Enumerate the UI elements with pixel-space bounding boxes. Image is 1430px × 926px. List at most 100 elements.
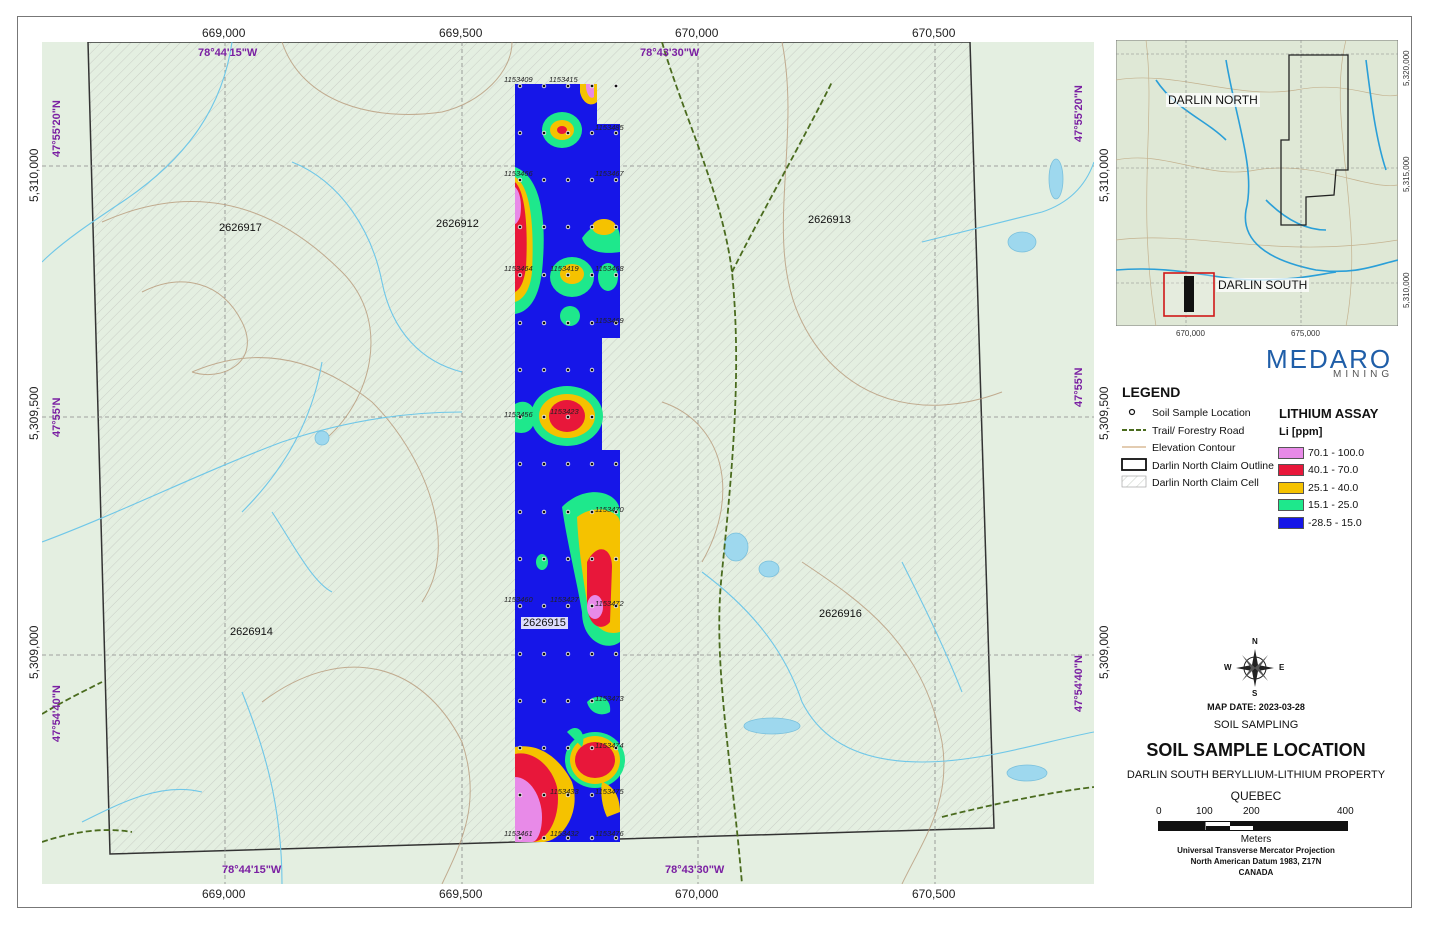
soil-sample-point[interactable] [517, 130, 523, 136]
soil-sample-point[interactable] [541, 745, 547, 751]
soil-sample-point[interactable] [517, 556, 523, 562]
soil-sample-point[interactable] [541, 792, 547, 798]
soil-sample-point[interactable] [565, 272, 571, 278]
latitude-label-right: 47°55'N [1073, 367, 1085, 407]
inset-y-tick: 5,310,000 [1402, 272, 1411, 308]
legend-symbols [1121, 408, 1147, 488]
inset-label-darlin-south: DARLIN SOUTH [1216, 278, 1310, 292]
soil-sample-point[interactable] [517, 745, 523, 751]
soil-sample-symbol [1128, 408, 1136, 416]
soil-sample-point[interactable] [517, 320, 523, 326]
soil-sample-point[interactable] [613, 461, 619, 467]
soil-sample-point[interactable] [517, 509, 523, 515]
lithium-surface [515, 84, 625, 842]
soil-sample-point[interactable] [517, 698, 523, 704]
soil-sample-point[interactable] [541, 272, 547, 278]
soil-sample-point[interactable] [565, 509, 571, 515]
legend-title: LEGEND [1122, 384, 1181, 400]
sample-id-label: 1153432 [550, 829, 579, 838]
easting-tick-bottom: 670,000 [675, 887, 719, 901]
soil-sample-point[interactable] [517, 177, 523, 183]
soil-sample-point[interactable] [589, 651, 595, 657]
soil-sample-point[interactable] [589, 698, 595, 704]
datum-line: North American Datum 1983, Z17N [1190, 857, 1322, 866]
sample-id-label: 1153485 [595, 123, 624, 132]
soil-sample-point[interactable] [517, 224, 523, 230]
longitude-label-bottom: 78°44'15"W [222, 864, 282, 876]
soil-sample-point[interactable] [589, 177, 595, 183]
soil-sample-point[interactable] [541, 698, 547, 704]
soil-sample-point[interactable] [565, 320, 571, 326]
claim-cell-symbol [1121, 475, 1147, 488]
soil-sample-point[interactable] [541, 556, 547, 562]
soil-sample-point[interactable] [589, 792, 595, 798]
soil-sample-point[interactable] [517, 272, 523, 278]
soil-sample-point[interactable] [541, 509, 547, 515]
soil-sample-point[interactable] [517, 603, 523, 609]
main-map[interactable]: 1153409 1153415 1153485 1153466 1153467 11534… [42, 42, 1094, 884]
soil-sample-point[interactable] [541, 320, 547, 326]
assay-class: 40.1 - 70.0 [1278, 462, 1364, 480]
soil-sample-point[interactable] [613, 83, 619, 89]
scale-unit: Meters [1240, 834, 1272, 845]
soil-sample-point[interactable] [565, 698, 571, 704]
soil-sample-point[interactable] [589, 83, 595, 89]
soil-sample-point[interactable] [517, 83, 523, 89]
soil-sample-point[interactable] [565, 177, 571, 183]
map-title: SOIL SAMPLE LOCATION [1146, 740, 1366, 760]
soil-sample-point[interactable] [541, 835, 547, 841]
sample-id-label: 1153423 [550, 407, 579, 416]
soil-sample-point[interactable] [589, 320, 595, 326]
soil-sample-point[interactable] [589, 835, 595, 841]
soil-sample-point[interactable] [541, 414, 547, 420]
soil-sample-point[interactable] [589, 272, 595, 278]
soil-sample-point[interactable] [565, 603, 571, 609]
soil-sample-point[interactable] [589, 603, 595, 609]
soil-sample-point[interactable] [565, 83, 571, 89]
soil-sample-point[interactable] [613, 651, 619, 657]
soil-sample-point[interactable] [589, 745, 595, 751]
inset-x-tick: 670,000 [1176, 329, 1205, 338]
soil-sample-point[interactable] [589, 461, 595, 467]
soil-sample-point[interactable] [541, 603, 547, 609]
scale-tick: 100 [1196, 806, 1213, 817]
sample-id-label: 1153460 [504, 595, 533, 604]
soil-sample-point[interactable] [541, 83, 547, 89]
soil-sample-point[interactable] [517, 792, 523, 798]
soil-sample-point[interactable] [565, 651, 571, 657]
soil-sample-point[interactable] [565, 367, 571, 373]
soil-sample-point[interactable] [613, 177, 619, 183]
soil-sample-point[interactable] [565, 556, 571, 562]
soil-sample-point[interactable] [517, 651, 523, 657]
claim-cell-label: 2626912 [436, 218, 479, 230]
soil-sample-point[interactable] [565, 461, 571, 467]
soil-sample-point[interactable] [589, 130, 595, 136]
scale-tick: 0 [1156, 806, 1162, 817]
compass-e: E [1279, 663, 1285, 672]
soil-sample-point[interactable] [589, 224, 595, 230]
soil-sample-point[interactable] [565, 130, 571, 136]
soil-sample-point[interactable] [613, 224, 619, 230]
soil-sample-point[interactable] [589, 367, 595, 373]
soil-sample-point[interactable] [517, 461, 523, 467]
soil-sample-point[interactable] [589, 414, 595, 420]
soil-sample-point[interactable] [541, 651, 547, 657]
soil-sample-point[interactable] [517, 367, 523, 373]
soil-sample-point[interactable] [541, 367, 547, 373]
claim-cell-label: 2626913 [808, 214, 851, 226]
sample-id-label: 1153470 [595, 505, 624, 514]
soil-sample-point[interactable] [541, 224, 547, 230]
soil-sample-point[interactable] [589, 556, 595, 562]
northing-tick-left: 5,310,000 [27, 148, 41, 202]
soil-sample-point[interactable] [589, 509, 595, 515]
longitude-label-bottom: 78°43'30"W [665, 864, 725, 876]
soil-sample-point[interactable] [613, 556, 619, 562]
soil-sample-point[interactable] [565, 745, 571, 751]
assay-swatch [1278, 499, 1304, 512]
soil-sample-point[interactable] [541, 461, 547, 467]
soil-sample-point[interactable] [541, 130, 547, 136]
sample-id-label: 1153475 [595, 787, 624, 796]
soil-sample-point[interactable] [613, 272, 619, 278]
soil-sample-point[interactable] [565, 224, 571, 230]
soil-sample-point[interactable] [541, 177, 547, 183]
